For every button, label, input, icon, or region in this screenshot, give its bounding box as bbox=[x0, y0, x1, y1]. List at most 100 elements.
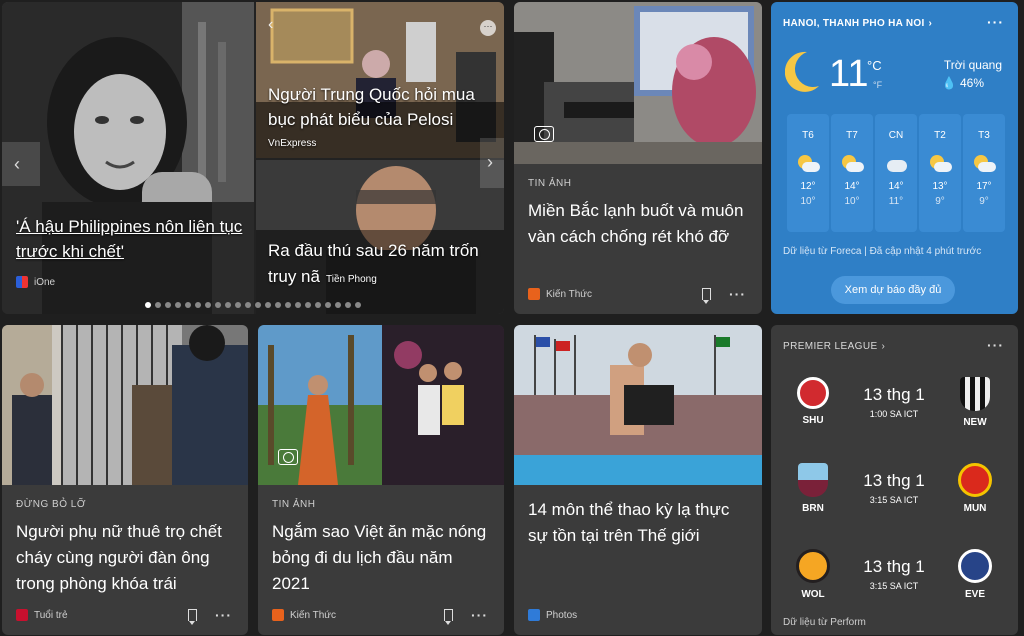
news-card-sports[interactable]: 14 môn thể thao kỳ lạ thực sự tồn tại tr… bbox=[514, 325, 762, 635]
current-temp: 11 bbox=[829, 53, 869, 95]
camera-icon bbox=[278, 449, 298, 465]
carousel-prev-button[interactable]: ‹ bbox=[2, 142, 40, 186]
match-date: 13 thg 1 bbox=[863, 471, 925, 490]
chevron-left-icon[interactable]: ‹ bbox=[268, 16, 273, 34]
news-card-title[interactable]: Người phụ nữ thuê trọ chết cháy cùng ngư… bbox=[16, 519, 234, 597]
hero-left-title[interactable]: 'Á hậu Philippines nôn liên tục trước kh… bbox=[16, 214, 244, 264]
hero-bottom-title[interactable]: Ra đầu thú sau 26 năm trốn truy nã bbox=[268, 238, 494, 290]
match-time: 1:00 SA ICT bbox=[869, 409, 919, 419]
premier-league-widget[interactable]: PREMIER LEAGUE › ··· SHU 13 thg 1 1:00 SA… bbox=[771, 325, 1018, 635]
hero-top-source: VnExpress bbox=[268, 138, 317, 149]
pager-dot[interactable] bbox=[355, 302, 361, 308]
news-card-title[interactable]: Ngắm sao Việt ăn mặc nóng bỏng đi du lịc… bbox=[272, 519, 490, 597]
bookmark-icon[interactable] bbox=[188, 609, 197, 625]
forecast-day[interactable]: T7 14° 10° bbox=[831, 114, 873, 232]
match-time: 3:15 SA ICT bbox=[869, 495, 919, 505]
match-row[interactable]: SHU 13 thg 1 1:00 SA ICT NEW bbox=[771, 373, 1018, 443]
unit-fahrenheit[interactable]: °F bbox=[873, 80, 882, 90]
tuoitre-logo-icon bbox=[16, 609, 28, 621]
chevron-right-icon: › bbox=[487, 152, 493, 172]
pager-dot[interactable] bbox=[345, 302, 351, 308]
forecast-day[interactable]: T3 17° 9° bbox=[963, 114, 1005, 232]
pager-dot[interactable] bbox=[255, 302, 261, 308]
pager-dot[interactable] bbox=[205, 302, 211, 308]
news-card-stars[interactable]: TIN ẢNH Ngắm sao Việt ăn mặc nóng bỏng đ… bbox=[258, 325, 504, 635]
pager-dot[interactable] bbox=[225, 302, 231, 308]
pager-dot[interactable] bbox=[215, 302, 221, 308]
chevron-right-icon: › bbox=[928, 18, 933, 29]
everton-crest-icon bbox=[958, 549, 992, 583]
pager-dot[interactable] bbox=[245, 302, 251, 308]
pager-dot[interactable] bbox=[195, 302, 201, 308]
hero-bottom-source: Tiền Phong bbox=[326, 274, 377, 285]
match-row[interactable]: BRN 13 thg 1 3:15 SA ICT MUN bbox=[771, 459, 1018, 529]
home-team[interactable]: WOL bbox=[793, 549, 833, 600]
weather-attribution[interactable]: Dữ liệu từ Foreca | Đã cập nhật 4 phút t… bbox=[783, 246, 981, 257]
bookmark-icon[interactable] bbox=[702, 288, 711, 304]
hero-bottom-story[interactable]: › Ra đầu thú sau 26 năm trốn truy nã Tiề… bbox=[256, 138, 504, 314]
pager-dot[interactable] bbox=[275, 302, 281, 308]
newcastle-crest-icon bbox=[960, 377, 990, 411]
pager-dot[interactable] bbox=[305, 302, 311, 308]
unit-celsius[interactable]: °C bbox=[867, 58, 882, 73]
pager-dot[interactable] bbox=[175, 302, 181, 308]
chevron-left-icon: ‹ bbox=[14, 154, 20, 174]
photos-app-icon bbox=[528, 609, 540, 621]
forecast-day[interactable]: T6 12° 10° bbox=[787, 114, 829, 232]
pager-dot[interactable] bbox=[165, 302, 171, 308]
news-card-source: Kiến Thức bbox=[528, 288, 592, 300]
forecast-day[interactable]: T2 13° 9° bbox=[919, 114, 961, 232]
away-team[interactable]: MUN bbox=[955, 463, 995, 514]
league-attribution[interactable]: Dữ liệu từ Perform bbox=[783, 617, 866, 628]
weather-condition: Trời quang bbox=[943, 58, 1002, 72]
pager-dot[interactable] bbox=[295, 302, 301, 308]
kicker: ĐỪNG BỎ LỠ bbox=[16, 499, 86, 510]
match-date: 13 thg 1 bbox=[863, 385, 925, 404]
carousel-next-button[interactable]: › bbox=[480, 138, 504, 188]
more-options-icon[interactable]: ··· bbox=[729, 286, 746, 302]
match-row[interactable]: WOL 13 thg 1 3:15 SA ICT EVE bbox=[771, 545, 1018, 615]
pager-dot[interactable] bbox=[185, 302, 191, 308]
pager-dot[interactable] bbox=[285, 302, 291, 308]
news-card-cold[interactable]: TIN ẢNH Miền Bắc lạnh buốt và muôn vàn c… bbox=[514, 2, 762, 314]
away-team[interactable]: EVE bbox=[955, 549, 995, 600]
news-card-source: Photos bbox=[528, 609, 577, 621]
more-options-icon[interactable]: ··· bbox=[480, 20, 496, 36]
weather-widget[interactable]: HANOI, THANH PHO HA NOI › ··· 11 °C °F Tr… bbox=[771, 2, 1018, 314]
carousel-pager[interactable] bbox=[145, 302, 361, 308]
pager-dot[interactable] bbox=[145, 302, 151, 308]
hero-top-title[interactable]: Người Trung Quốc hỏi mua bục phát biểu c… bbox=[268, 82, 494, 132]
hero-left-story[interactable]: ‹ 'Á hậu Philippines nôn liên tục trước … bbox=[2, 2, 254, 314]
news-card-source: Tuổi trẻ bbox=[16, 609, 68, 621]
more-options-icon[interactable]: ··· bbox=[215, 607, 232, 623]
news-card-rental[interactable]: ĐỪNG BỎ LỠ Người phụ nữ thuê trọ chết ch… bbox=[2, 325, 248, 635]
pager-dot[interactable] bbox=[235, 302, 241, 308]
more-options-icon[interactable]: ··· bbox=[987, 337, 1004, 353]
hero-left-source: iOne bbox=[16, 276, 55, 288]
full-forecast-button[interactable]: Xem dự báo đầy đủ bbox=[831, 276, 955, 304]
pager-dot[interactable] bbox=[315, 302, 321, 308]
pager-dot[interactable] bbox=[155, 302, 161, 308]
away-team[interactable]: NEW bbox=[955, 377, 995, 428]
partly-sunny-icon bbox=[972, 155, 996, 175]
home-team[interactable]: BRN bbox=[793, 463, 833, 514]
sheffield-crest-icon bbox=[797, 377, 829, 409]
weather-humidity: 💧 46% bbox=[941, 76, 984, 90]
more-options-icon[interactable]: ··· bbox=[471, 607, 488, 623]
pager-dot[interactable] bbox=[325, 302, 331, 308]
news-card-title[interactable]: 14 môn thể thao kỳ lạ thực sự tồn tại tr… bbox=[528, 497, 748, 549]
weather-location[interactable]: HANOI, THANH PHO HA NOI › bbox=[783, 18, 932, 29]
home-team[interactable]: SHU bbox=[793, 377, 833, 426]
bookmark-icon[interactable] bbox=[444, 609, 453, 625]
partly-sunny-icon bbox=[840, 155, 864, 175]
more-options-icon[interactable]: ··· bbox=[987, 14, 1004, 30]
pager-dot[interactable] bbox=[265, 302, 271, 308]
pager-dot[interactable] bbox=[335, 302, 341, 308]
forecast-day[interactable]: CN 14° 11° bbox=[875, 114, 917, 232]
hero-carousel[interactable]: ‹ 'Á hậu Philippines nôn liên tục trước … bbox=[2, 2, 504, 314]
news-card-title[interactable]: Miền Bắc lạnh buốt và muôn vàn cách chốn… bbox=[528, 198, 748, 250]
match-time: 3:15 SA ICT bbox=[869, 581, 919, 591]
league-title[interactable]: PREMIER LEAGUE › bbox=[783, 341, 885, 352]
hero-bottom-image bbox=[256, 160, 504, 314]
hero-top-story[interactable]: ‹ ··· Người Trung Quốc hỏi mua bục phát … bbox=[256, 2, 504, 158]
